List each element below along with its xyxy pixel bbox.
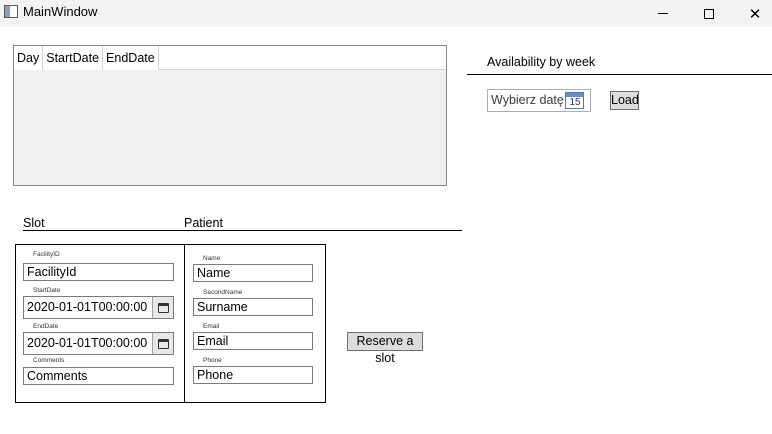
start-date-calendar-button[interactable] bbox=[152, 297, 173, 318]
main-window: MainWindow ✕ Day StartDate EndDate Avail… bbox=[0, 0, 772, 434]
availability-grid[interactable]: Day StartDate EndDate bbox=[13, 45, 447, 186]
load-button[interactable]: Load bbox=[610, 91, 639, 110]
phone-label: Phone bbox=[203, 357, 222, 364]
comments-label: Comments bbox=[33, 357, 65, 364]
column-header-enddate[interactable]: EndDate bbox=[103, 46, 159, 70]
availability-header: Availability by week bbox=[487, 55, 596, 69]
slot-section-title: Slot bbox=[23, 216, 45, 230]
reserve-slot-button[interactable]: Reserve a slot bbox=[347, 332, 423, 365]
date-placeholder[interactable]: Wybierz datę bbox=[491, 93, 564, 107]
calendar-icon bbox=[157, 302, 169, 313]
start-date-label: StartDate bbox=[33, 287, 61, 294]
calendar-icon[interactable]: 15 bbox=[565, 92, 584, 109]
minimize-button[interactable] bbox=[640, 0, 686, 27]
end-date-value[interactable]: 2020-01-01T00:00:00 bbox=[27, 336, 147, 350]
availability-divider bbox=[467, 74, 772, 75]
second-name-field[interactable]: Surname bbox=[193, 298, 313, 316]
title-bar[interactable]: MainWindow ✕ bbox=[0, 0, 772, 27]
end-date-calendar-button[interactable] bbox=[152, 333, 173, 354]
maximize-icon bbox=[704, 8, 714, 19]
grid-header: Day StartDate EndDate bbox=[14, 46, 446, 70]
minimize-icon bbox=[658, 13, 668, 14]
column-header-startdate[interactable]: StartDate bbox=[43, 46, 104, 70]
patient-section-title: Patient bbox=[184, 216, 223, 230]
week-date-picker[interactable]: Wybierz datę 15 bbox=[487, 89, 591, 112]
close-button[interactable]: ✕ bbox=[732, 0, 772, 27]
patient-panel: Name Name SecondName Surname Email Email… bbox=[184, 244, 326, 403]
facility-id-label: FacilityID bbox=[33, 251, 60, 258]
calendar-icon bbox=[157, 338, 169, 349]
name-field[interactable]: Name bbox=[193, 264, 313, 282]
section-divider bbox=[23, 230, 462, 231]
calendar-day-number: 15 bbox=[569, 97, 581, 108]
comments-field[interactable]: Comments bbox=[23, 367, 174, 385]
end-date-label: EndDate bbox=[33, 323, 59, 330]
phone-field[interactable]: Phone bbox=[193, 366, 313, 384]
maximize-button[interactable] bbox=[686, 0, 732, 27]
end-date-picker[interactable]: 2020-01-01T00:00:00 bbox=[23, 332, 174, 355]
slot-panel: FacilityID FacilityId StartDate 2020-01-… bbox=[15, 244, 185, 403]
column-header-day[interactable]: Day bbox=[14, 46, 44, 70]
name-label: Name bbox=[203, 255, 221, 262]
email-label: Email bbox=[203, 323, 220, 330]
facility-id-field[interactable]: FacilityId bbox=[23, 263, 174, 281]
second-name-label: SecondName bbox=[203, 289, 243, 296]
close-icon: ✕ bbox=[748, 5, 762, 23]
start-date-picker[interactable]: 2020-01-01T00:00:00 bbox=[23, 296, 174, 319]
email-field[interactable]: Email bbox=[193, 332, 313, 350]
app-window-icon bbox=[4, 5, 18, 18]
start-date-value[interactable]: 2020-01-01T00:00:00 bbox=[27, 300, 147, 314]
window-title: MainWindow bbox=[23, 4, 98, 19]
